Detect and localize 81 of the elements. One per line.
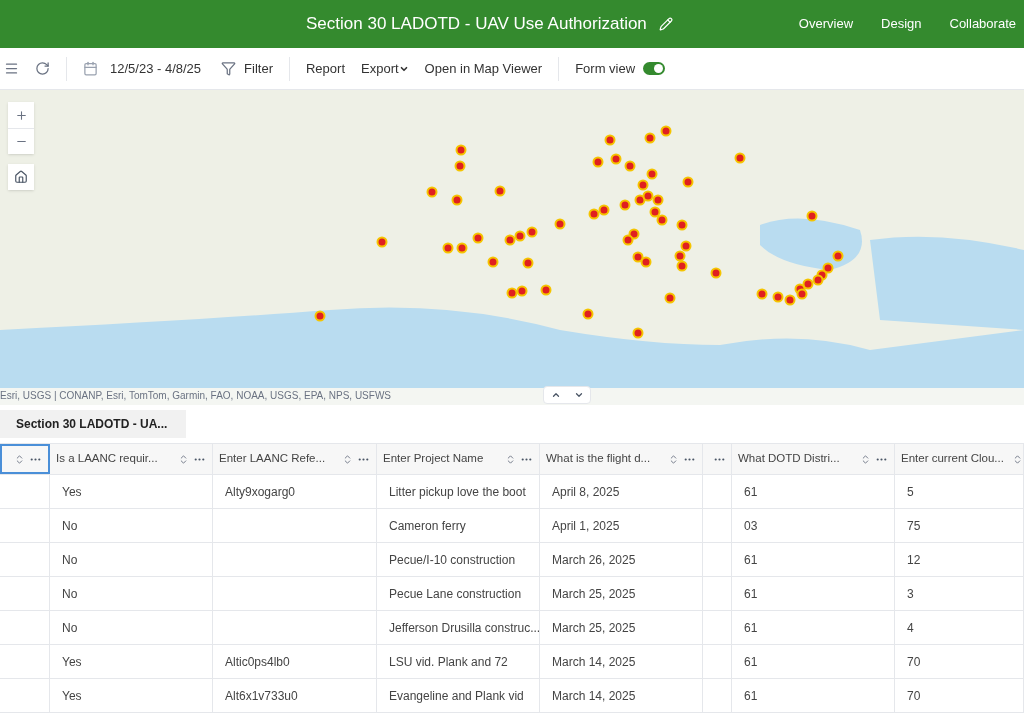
chevron-down-icon <box>573 390 584 400</box>
table-cell-text: Yes <box>62 687 82 705</box>
table-cell-text: 70 <box>907 687 921 705</box>
table-cell-text: Yes <box>62 653 82 671</box>
sort-icon[interactable] <box>342 453 353 465</box>
column-title: Enter LAANC Refe... <box>219 451 326 467</box>
map-attribution: Esri, USGS | CONANP, Esri, TomTom, Garmin, FAO, NOAA, USGS, EPA, NPS, USFWS <box>0 389 391 403</box>
table-cell-text: March 25, 2025 <box>552 585 636 603</box>
table-cell-text: 5 <box>907 483 914 501</box>
column-header[interactable]: Enter LAANC Refe... <box>213 444 377 474</box>
table-cell-text: No <box>62 585 78 603</box>
table-cell-text: March 14, 2025 <box>552 687 636 705</box>
table-cell-text: Alt6x1v733u0 <box>225 687 298 705</box>
table-cell-text: Litter pickup love the boot <box>389 483 526 501</box>
plus-icon <box>14 108 28 122</box>
table-cell-text: Pecue Lane construction <box>389 585 522 603</box>
calendar-icon <box>83 61 98 76</box>
table-cell-text: 61 <box>744 551 758 569</box>
menu-icon[interactable] <box>4 61 19 76</box>
column-header[interactable]: What DOTD Distri... <box>732 444 895 474</box>
table-cell-text: March 25, 2025 <box>552 619 636 637</box>
app-title: Section 30 LADOTD - UAV Use Authorization <box>306 13 647 36</box>
table-cell-text: 75 <box>907 517 921 535</box>
table-cell-text: Pecue/I-10 construction <box>389 551 516 569</box>
toolbar-button[interactable]: Export <box>361 58 409 79</box>
date-range-button[interactable]: 12/5/23 - 4/8/25 <box>83 58 202 79</box>
sort-icon[interactable] <box>860 453 871 465</box>
toolbar-button[interactable]: Report <box>305 58 345 79</box>
table-cell-text: No <box>62 619 78 637</box>
table-cell-text: 70 <box>907 653 921 671</box>
column-header[interactable]: Enter current Clou... <box>895 444 1024 474</box>
table-cell-text: 03 <box>744 517 758 535</box>
table-cell-text: LSU vid. Plank and 72 <box>389 653 508 671</box>
table-cell-text: No <box>62 551 78 569</box>
table-cell-text: March 26, 2025 <box>552 551 636 569</box>
table-cell-text: April 8, 2025 <box>552 483 620 501</box>
table-cell-text: No <box>62 517 78 535</box>
column-title: Enter current Clou... <box>901 451 1004 467</box>
column-title: Enter Project Name <box>383 451 484 467</box>
table-cell-text: 4 <box>907 619 914 637</box>
table-cell-text: Alty9xogarg0 <box>225 483 296 501</box>
panel-resize-control[interactable] <box>543 386 591 404</box>
column-header[interactable]: Enter Project Name <box>377 444 540 474</box>
home-icon <box>14 170 28 184</box>
column-title: What DOTD Distri... <box>738 451 840 467</box>
column-header[interactable]: Is a LAANC requir... <box>50 444 213 474</box>
table-cell-text: April 1, 2025 <box>552 517 620 535</box>
column-title: Is a LAANC requir... <box>56 451 158 467</box>
table-cell-text: 12 <box>907 551 921 569</box>
nav-link[interactable]: Collaborate <box>949 14 1016 34</box>
home-button[interactable] <box>8 164 34 190</box>
form-view-label: Form view <box>575 59 636 78</box>
table-cell-text: March 14, 2025 <box>552 653 636 671</box>
table-cell-text: 61 <box>744 483 758 501</box>
sort-icon[interactable] <box>668 453 679 465</box>
sort-icon[interactable] <box>14 453 25 465</box>
table-cell-text: Evangeline and Plank vid <box>389 687 524 705</box>
form-view-toggle[interactable] <box>643 62 666 75</box>
table-cell-text: Cameron ferry <box>389 517 466 535</box>
sort-icon[interactable] <box>505 453 516 465</box>
table-cell-text: 61 <box>744 653 758 671</box>
column-header[interactable] <box>0 444 50 474</box>
table-cell-text: 61 <box>744 687 758 705</box>
column-header[interactable]: What is the flight d... <box>540 444 703 474</box>
nav-link[interactable]: Design <box>881 14 922 34</box>
table-cell-text: Yes <box>62 483 82 501</box>
table-cell-text: Altic0ps4lb0 <box>225 653 290 671</box>
filter-icon <box>221 61 237 76</box>
table-cell-text: 61 <box>744 585 758 603</box>
edit-icon[interactable] <box>658 17 673 31</box>
table-tab[interactable]: Section 30 LADOTD - UA... <box>0 410 186 438</box>
chevron-up-icon <box>550 390 561 400</box>
table-cell-text: 3 <box>907 585 914 603</box>
filter-button[interactable]: Filter <box>221 58 273 79</box>
nav-link[interactable]: Overview <box>798 14 854 34</box>
toolbar-button[interactable]: Open in Map Viewer <box>424 58 543 79</box>
column-title: What is the flight d... <box>546 451 651 467</box>
sort-icon[interactable] <box>178 453 189 465</box>
table-cell-text: Jefferson Drusilla construc... <box>389 619 541 637</box>
refresh-icon[interactable] <box>35 61 50 76</box>
table-cell-text: 61 <box>744 619 758 637</box>
